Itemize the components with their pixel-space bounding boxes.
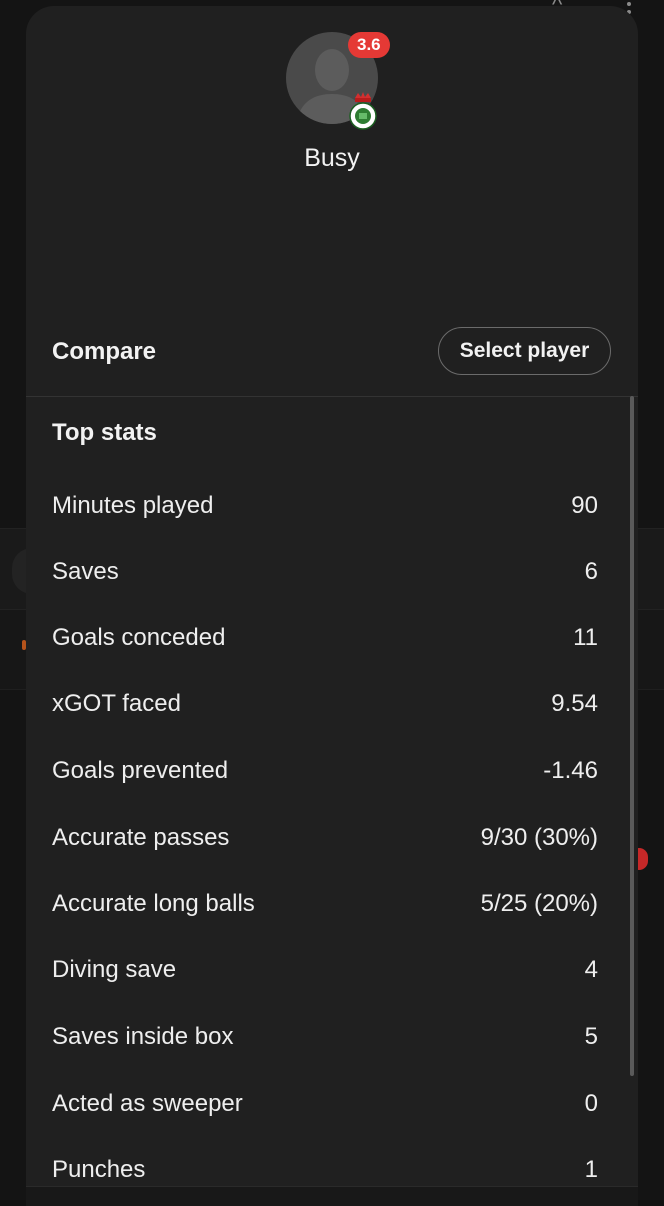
stat-row-accurate-passes: Accurate passes 9/30 (30%) [26,823,638,889]
stat-label: Accurate long balls [52,890,255,917]
player-name: Busy [304,144,360,172]
stat-value: 9/30 (30%) [480,824,598,851]
divider [26,396,638,397]
stat-row-saves-inside-box: Saves inside box 5 [26,1022,638,1088]
stat-label: Accurate passes [52,824,230,851]
sheet-bottom-edge [26,1186,638,1206]
stat-label: Minutes played [52,492,214,519]
compare-label: Compare [52,338,157,365]
stat-value: 5 [584,1023,598,1050]
stat-label: Saves [52,558,119,585]
stat-row-goals-prevented: Goals prevented -1.46 [26,756,638,822]
rating-badge: 3.6 [348,32,390,58]
stat-label: Goals conceded [52,624,226,651]
stat-value: 11 [573,624,598,651]
select-player-button[interactable]: Select player [438,327,611,375]
player-stats-sheet: 3.6 Busy Compare Select player Top stats… [26,6,638,1206]
stat-value: 1 [584,1156,598,1183]
compare-row: Compare Select player [26,324,638,396]
section-title: Top stats [52,419,157,446]
stat-value: 90 [571,492,598,519]
stat-row-goals-conceded: Goals conceded 11 [26,623,638,689]
stat-label: Saves inside box [52,1023,234,1050]
stat-row-acted-as-sweeper: Acted as sweeper 0 [26,1089,638,1155]
scrollbar[interactable] [630,396,634,1076]
club-crest-icon [349,92,377,130]
stat-row-minutes-played: Minutes played 90 [26,491,638,557]
stat-label: Acted as sweeper [52,1090,243,1117]
stat-label: xGOT faced [52,690,181,717]
stat-row-diving-save: Diving save 4 [26,955,638,1021]
stat-label: Punches [52,1156,146,1183]
stat-row-accurate-long-balls: Accurate long balls 5/25 (20%) [26,889,638,955]
stat-value: 5/25 (20%) [480,890,598,917]
stat-value: -1.46 [543,757,598,784]
stat-value: 4 [584,956,598,983]
stat-row-saves: Saves 6 [26,557,638,623]
stat-value: 6 [584,558,598,585]
stat-value: 0 [584,1090,598,1117]
stat-label: Goals prevented [52,757,229,784]
stat-row-xgot-faced: xGOT faced 9.54 [26,689,638,755]
stat-label: Diving save [52,956,177,983]
stat-value: 9.54 [551,690,598,717]
